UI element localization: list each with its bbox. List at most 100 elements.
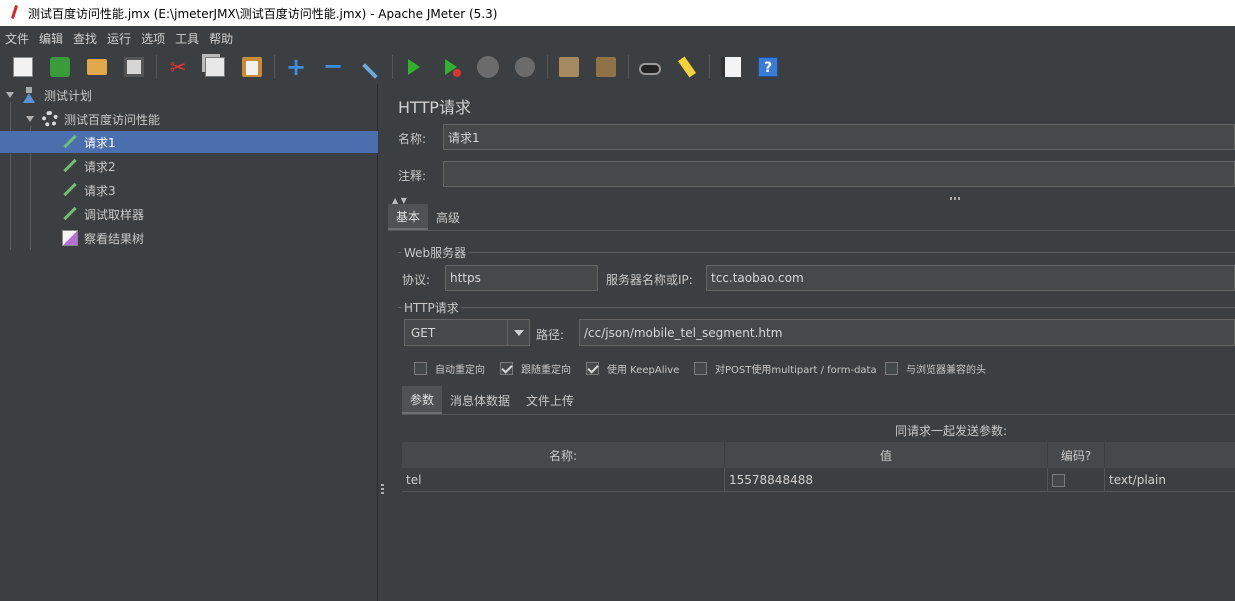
test-plan-icon bbox=[22, 87, 38, 103]
menu-help[interactable]: 帮助 bbox=[208, 28, 234, 49]
toolbar-separator bbox=[709, 55, 710, 79]
column-header-content-type[interactable] bbox=[1105, 442, 1235, 468]
option-auto-redirect[interactable]: 自动重定向 bbox=[414, 361, 485, 376]
splitter-grip-icon[interactable] bbox=[950, 197, 962, 200]
save-button[interactable] bbox=[119, 53, 149, 81]
tree-node-label: 请求1 bbox=[84, 135, 116, 150]
tree-node-request-1[interactable]: 请求1 bbox=[0, 131, 378, 153]
param-content-type-cell[interactable]: text/plain bbox=[1105, 468, 1235, 492]
menu-run[interactable]: 运行 bbox=[106, 28, 132, 49]
tab-body-data[interactable]: 消息体数据 bbox=[442, 386, 518, 414]
search-button[interactable] bbox=[635, 53, 665, 81]
clear-button[interactable] bbox=[554, 53, 584, 81]
option-keepalive[interactable]: 使用 KeepAlive bbox=[586, 361, 679, 376]
option-label: 对POST使用multipart / form-data bbox=[715, 365, 877, 376]
tab-parameters[interactable]: 参数 bbox=[402, 386, 443, 414]
encode-checkbox[interactable] bbox=[1052, 473, 1065, 487]
menu-options[interactable]: 选项 bbox=[140, 28, 166, 49]
tree-node-request-2[interactable]: 请求2 bbox=[62, 155, 372, 177]
tree-node-test-plan[interactable]: 测试计划 bbox=[6, 84, 376, 106]
column-header-name[interactable]: 名称: bbox=[402, 442, 725, 468]
param-value-cell[interactable]: 15578848488 bbox=[725, 468, 1048, 492]
collapse-all-button[interactable]: − bbox=[318, 53, 348, 81]
menu-file[interactable]: 文件 bbox=[4, 28, 30, 49]
expand-all-button[interactable]: + bbox=[281, 53, 311, 81]
start-no-pause-icon bbox=[445, 59, 461, 77]
templates-button[interactable] bbox=[45, 53, 75, 81]
dropdown-button[interactable] bbox=[507, 320, 529, 345]
menu-search[interactable]: 查找 bbox=[72, 28, 98, 49]
sampler-pipette-icon bbox=[62, 134, 78, 150]
function-helper-button[interactable] bbox=[716, 53, 746, 81]
sampler-pipette-icon bbox=[62, 158, 78, 174]
web-server-group-title: Web服务器 bbox=[402, 244, 469, 261]
multipart-checkbox[interactable] bbox=[694, 362, 707, 375]
server-field[interactable]: tcc.taobao.com bbox=[706, 265, 1235, 291]
group-border bbox=[398, 307, 1235, 308]
cut-icon: ✂ bbox=[169, 55, 187, 79]
start-button[interactable] bbox=[399, 53, 429, 81]
expand-triangle-icon[interactable] bbox=[6, 92, 14, 98]
param-name-cell[interactable]: tel bbox=[402, 468, 725, 492]
table-row[interactable]: tel 15578848488 text/plain bbox=[402, 468, 1235, 492]
tab-advanced[interactable]: 高级 bbox=[428, 204, 468, 230]
open-button[interactable] bbox=[82, 53, 112, 81]
tree-node-request-3[interactable]: 请求3 bbox=[62, 179, 372, 201]
tree-node-thread-group[interactable]: 测试百度访问性能 bbox=[26, 108, 376, 130]
stop-button[interactable] bbox=[473, 53, 503, 81]
path-field[interactable]: /cc/json/mobile_tel_segment.htm bbox=[579, 319, 1235, 346]
method-select[interactable]: GET bbox=[404, 319, 530, 346]
tab-basic[interactable]: 基本 bbox=[388, 204, 429, 230]
menu-tools[interactable]: 工具 bbox=[174, 28, 200, 49]
tab-files-upload[interactable]: 文件上传 bbox=[518, 386, 582, 414]
toolbar-separator bbox=[274, 55, 275, 79]
parameters-table: 名称: 值 编码? tel 15578848488 text/plain bbox=[402, 442, 1235, 492]
vertical-splitter[interactable] bbox=[378, 84, 388, 601]
column-header-encode[interactable]: 编码? bbox=[1048, 442, 1105, 468]
expand-triangle-icon[interactable] bbox=[26, 116, 34, 122]
name-field[interactable]: 请求1 bbox=[443, 124, 1235, 150]
menu-edit[interactable]: 编辑 bbox=[38, 28, 64, 49]
horizontal-splitter[interactable]: ▲ ▼ bbox=[388, 196, 1235, 205]
keepalive-checkbox[interactable] bbox=[586, 362, 599, 375]
protocol-field[interactable]: https bbox=[445, 265, 598, 291]
auto-redirect-checkbox[interactable] bbox=[414, 362, 427, 375]
toggle-button[interactable] bbox=[355, 53, 385, 81]
help-button[interactable]: ? bbox=[753, 53, 783, 81]
option-label: 使用 KeepAlive bbox=[607, 365, 680, 376]
templates-icon bbox=[50, 57, 70, 77]
config-tabs: 基本 高级 bbox=[388, 204, 468, 230]
new-button[interactable] bbox=[8, 53, 38, 81]
shutdown-button[interactable] bbox=[510, 53, 540, 81]
option-follow-redirect[interactable]: 跟随重定向 bbox=[500, 361, 571, 376]
option-browser-compatible[interactable]: 与浏览器兼容的头 bbox=[885, 361, 986, 376]
tree-node-label: 测试计划 bbox=[44, 88, 93, 103]
menu-bar: 文件 编辑 查找 运行 选项 工具 帮助 bbox=[0, 26, 1235, 50]
tree-node-debug-sampler[interactable]: 调试取样器 bbox=[62, 203, 372, 225]
copy-button[interactable] bbox=[200, 53, 230, 81]
start-no-pauses-button[interactable] bbox=[436, 53, 466, 81]
follow-redirect-checkbox[interactable] bbox=[500, 362, 513, 375]
save-icon bbox=[124, 57, 144, 77]
toolbar: ✂ + − ? bbox=[0, 50, 1235, 84]
browser-compatible-checkbox[interactable] bbox=[885, 362, 898, 375]
collapse-icon: − bbox=[323, 52, 344, 80]
cut-button[interactable]: ✂ bbox=[163, 53, 193, 81]
column-header-value[interactable]: 值 bbox=[725, 442, 1048, 468]
clear-all-button[interactable] bbox=[591, 53, 621, 81]
tree-node-label: 测试百度访问性能 bbox=[64, 112, 161, 127]
comment-field[interactable] bbox=[443, 161, 1235, 187]
name-label: 名称: bbox=[398, 132, 427, 146]
server-label: 服务器名称或IP: bbox=[606, 273, 693, 287]
title-bar: 测试百度访问性能.jmx (E:\jmeterJMX\测试百度访问性能.jmx)… bbox=[0, 0, 1235, 26]
path-label: 路径: bbox=[536, 328, 565, 342]
splitter-grip-icon[interactable] bbox=[381, 484, 384, 496]
param-encode-cell[interactable] bbox=[1048, 468, 1105, 492]
paste-button[interactable] bbox=[237, 53, 267, 81]
start-icon bbox=[408, 59, 420, 75]
sampler-pipette-icon bbox=[62, 182, 78, 198]
option-multipart[interactable]: 对POST使用multipart / form-data bbox=[694, 361, 877, 376]
tree-node-results-tree[interactable]: 察看结果树 bbox=[62, 227, 372, 249]
reset-search-button[interactable] bbox=[672, 53, 702, 81]
copy-icon bbox=[205, 57, 225, 77]
